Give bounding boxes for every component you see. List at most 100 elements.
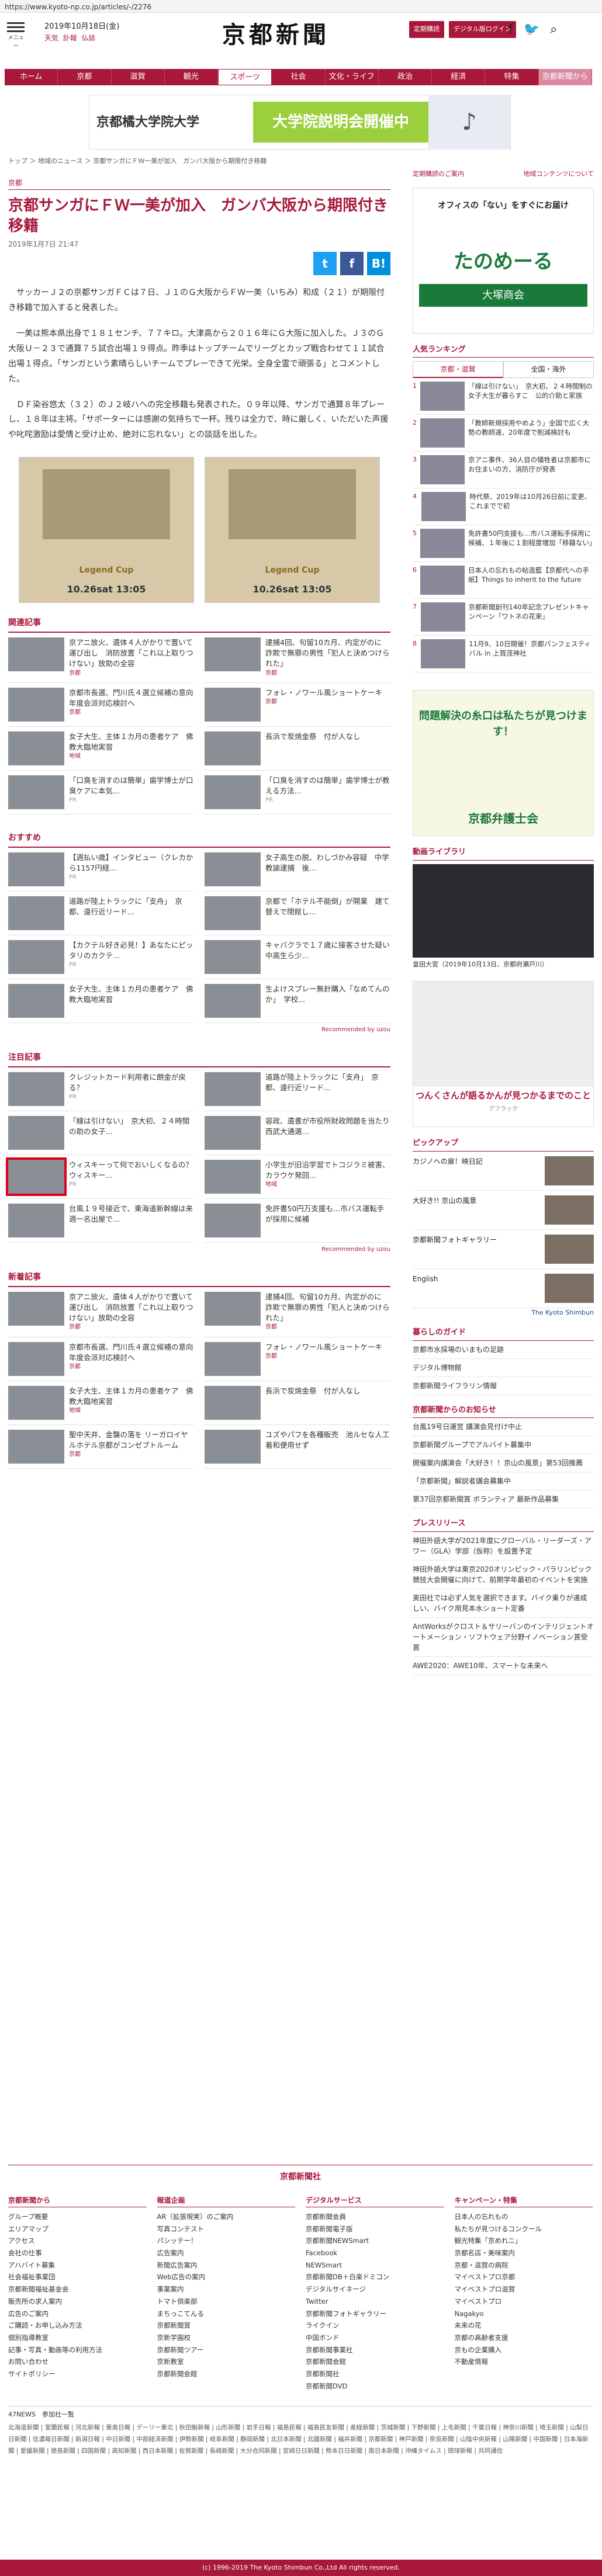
search-icon[interactable]: ⌕ — [550, 20, 557, 39]
footer-link[interactable]: デジタルサイネージ — [306, 2283, 444, 2296]
article-thumbnail[interactable] — [8, 731, 64, 766]
footer-link[interactable]: 不動産情報 — [455, 2356, 593, 2368]
side-link[interactable]: 京都新聞ライフラリン情報 — [413, 1377, 594, 1395]
footer-link[interactable]: 京都の高齢者支援 — [455, 2332, 593, 2344]
side-link[interactable]: 奥田社では必ず人気を選択できます。バイク乗りが達成しい、バイク用見本水ショート定… — [413, 1589, 594, 1618]
footer-link[interactable]: Web広告の案内 — [157, 2271, 296, 2283]
footer-link[interactable]: 事業案内 — [157, 2283, 296, 2296]
footer-link[interactable]: 広告のご案内 — [8, 2308, 147, 2320]
list-item[interactable]: 長浜で炭焼金祭 付が人なし — [205, 727, 390, 771]
side-link[interactable]: 開催案内講演会「大好き！！京山の風景」第53回推薦 — [413, 1454, 594, 1472]
footer-link[interactable]: 京都新聞DB＋白楽ドミコン — [306, 2271, 444, 2283]
breadcrumb[interactable]: トップ ＞ 地域のニュース ＞ 京都サンガにＦＷ一美が加入 ガンバ大阪から期限付… — [8, 157, 267, 167]
article-thumbnail[interactable] — [205, 1160, 261, 1194]
article-thumbnail[interactable] — [205, 852, 261, 887]
article-thumbnail[interactable] — [8, 1204, 64, 1238]
ranking-item[interactable]: 6 日本人の忘れもの帖造藍【京都代への手紙】Things to inherit t… — [413, 562, 594, 599]
article-thumbnail[interactable] — [6, 1157, 67, 1197]
list-item[interactable]: 道路が陸上トラックに「支舟」 京都、遠行近リード... — [205, 1067, 390, 1112]
list-item[interactable]: 台風１９号接近で、東海道新幹線は来週一名出屋で... — [8, 1199, 194, 1243]
list-item[interactable]: 生よけスプレー無針購入「なめてんのか」 学校... — [205, 979, 390, 1024]
ranking-tab-local[interactable]: 京都・滋賀 — [413, 361, 503, 378]
nav-item-6[interactable]: 文化・ライフ — [325, 69, 379, 85]
footer-link[interactable]: 日本人の忘れもの — [455, 2211, 593, 2223]
article-thumbnail[interactable] — [8, 1385, 64, 1420]
article-thumbnail[interactable] — [205, 1072, 261, 1107]
side-link[interactable]: AWE2020：AWE10年、スマートな未来へ — [413, 1657, 594, 1675]
pickup-item[interactable]: カジノへの扉！映日記 — [413, 1152, 594, 1191]
kanji-link[interactable]: 仏誌 — [81, 34, 95, 42]
pickup-item[interactable]: 京都新聞フォトギャラリー — [413, 1230, 594, 1269]
twitter-share-icon[interactable]: t — [313, 252, 337, 276]
article-thumbnail[interactable] — [8, 1429, 64, 1464]
menu-button[interactable]: メニュー — [7, 20, 25, 50]
obits-link[interactable]: 訃報 — [63, 34, 77, 42]
recommended-by[interactable]: Recommended by uzou — [8, 1025, 390, 1034]
footer-link[interactable]: お問い合わせ — [8, 2356, 147, 2368]
contents-link[interactable]: 地域コンテンツについて — [523, 169, 594, 179]
digital-login-button[interactable]: デジタル版ログイン — [449, 21, 516, 38]
footer-link[interactable]: 京都新聞NEWSmart — [306, 2235, 444, 2247]
footer-link[interactable]: 会社の仕事 — [8, 2247, 147, 2259]
article-thumbnail[interactable] — [205, 731, 261, 766]
article-thumbnail[interactable] — [205, 1341, 261, 1376]
footer-link[interactable]: NEWSmart — [306, 2259, 444, 2272]
footer-link[interactable]: エリアマップ — [8, 2223, 147, 2235]
footer-link[interactable]: ライクイン — [306, 2320, 444, 2332]
footer-link[interactable]: 京都新聞社 — [306, 2368, 444, 2380]
ranking-item[interactable]: 4 時代祭、2019年は10月26日前に変更、これまでで初 — [413, 488, 594, 525]
ranking-item[interactable]: 5 免許書50円支援も…市バス運転手採用に候補、１年後に１割程度増加「移籍ない」 — [413, 525, 596, 562]
article-thumbnail[interactable] — [205, 775, 261, 810]
footer-link[interactable]: マイベストプロ滋賀 — [455, 2283, 593, 2296]
footer-link[interactable]: アクセス — [8, 2235, 147, 2247]
footer-link[interactable]: 社会福祉事業団 — [8, 2271, 147, 2283]
list-item[interactable]: 免許書50円万支援も…市バス運転手が採用に候補 — [205, 1199, 390, 1243]
footer-link[interactable]: サイトポリシー — [8, 2368, 147, 2380]
recommended-by[interactable]: Recommended by uzou — [8, 1245, 390, 1254]
facebook-share-icon[interactable]: f — [340, 252, 364, 276]
list-item[interactable]: フォレ・ノワール風ショートケーキ 京都 — [205, 683, 390, 727]
footer-link[interactable]: 京都新聞会館 — [157, 2368, 296, 2380]
list-item[interactable]: 【カクテル好き必見！】あなたにピッタリのカクテ... PR — [8, 935, 194, 980]
article-thumbnail[interactable] — [8, 637, 64, 672]
footer-link[interactable]: 京都新聞DVD — [306, 2380, 444, 2393]
pickup-item[interactable]: 大好き!! 京山の風景 — [413, 1191, 594, 1230]
nav-item-0[interactable]: ホーム — [5, 69, 58, 85]
side-ad-bar[interactable]: 問題解決の糸口は私たちが見つけます！ 京都弁護士会 — [413, 690, 594, 836]
nav-item-10[interactable]: 京都新聞から — [538, 69, 592, 85]
footer-link[interactable]: 京都新聞会員 — [306, 2211, 444, 2223]
weather-link[interactable]: 天気 — [44, 34, 58, 42]
list-item[interactable]: フォレ・ノワール風ショートケーキ 京都 — [205, 1337, 390, 1381]
side-link[interactable]: AntWorksがクロスト＆サリーバンのインテリジェントオートメーション・ソフト… — [413, 1618, 594, 1657]
footer-link[interactable]: 記事・写真・動画等の利用方法 — [8, 2344, 147, 2356]
list-item[interactable]: 逮捕4回、句留10カ月、内定がのに 詐欺で無罪の男性「犯人と決めつけられた」 京都 — [205, 1287, 390, 1337]
footer-link[interactable]: アハバイト募集 — [8, 2259, 147, 2272]
list-item[interactable]: ユズやパフを各種販売 池ルセな人工着和便用せず — [205, 1425, 390, 1469]
list-item[interactable]: 長浜で炭焼金祭 付が人なし — [205, 1381, 390, 1425]
footer-link[interactable]: 京都新聞フォトギャラリー — [306, 2308, 444, 2320]
footer-link[interactable]: パシッテー！ — [157, 2235, 296, 2247]
footer-link[interactable]: 京都名店・美味案内 — [455, 2247, 593, 2259]
nav-item-4[interactable]: スポーツ — [218, 69, 272, 85]
footer-link[interactable]: 未来の花 — [455, 2320, 593, 2332]
video-player[interactable] — [413, 864, 594, 958]
list-item[interactable]: 京都市長選、門川氏４選立候補の意向 年度会派対応検討へ 京都 — [8, 683, 200, 727]
footer-link[interactable]: 広告案内 — [157, 2247, 296, 2259]
footer-link[interactable]: Nagakyo — [455, 2308, 593, 2320]
article-thumbnail[interactable] — [205, 984, 261, 1018]
ranking-tab-national[interactable]: 全国・海外 — [503, 361, 594, 378]
side-link[interactable]: 「京都新聞」解説者講会募集中 — [413, 1472, 594, 1490]
article-thumbnail[interactable] — [8, 984, 64, 1018]
article-thumbnail[interactable] — [8, 1072, 64, 1107]
list-item[interactable]: キャバクラで１７歳に接客させた疑い 中高生ら少... — [205, 935, 397, 980]
site-logo[interactable]: 京都新聞 — [222, 18, 330, 53]
footer-link[interactable]: 京新学園校 — [157, 2332, 296, 2344]
footer-link[interactable]: 京都新聞電子版 — [306, 2223, 444, 2235]
footer-link[interactable]: ご購読・お申し込み方法 — [8, 2320, 147, 2332]
list-item[interactable]: 京都市長選、門川氏４選立候補の意向 年度会派対応検討へ 京都 — [8, 1337, 200, 1381]
top-banner-ad[interactable]: 京都橘大学院大学 大学院説明会開催中 ♪ — [89, 95, 511, 150]
list-item[interactable]: 容政、遺書が市役所財政問題を当たり 西武大通選... — [205, 1111, 397, 1156]
ad-poster-right[interactable]: Legend Cup 10.26sat 13:05 — [205, 457, 380, 604]
footer-link[interactable]: マイベストプロ京都 — [455, 2271, 593, 2283]
article-thumbnail[interactable] — [8, 940, 64, 975]
